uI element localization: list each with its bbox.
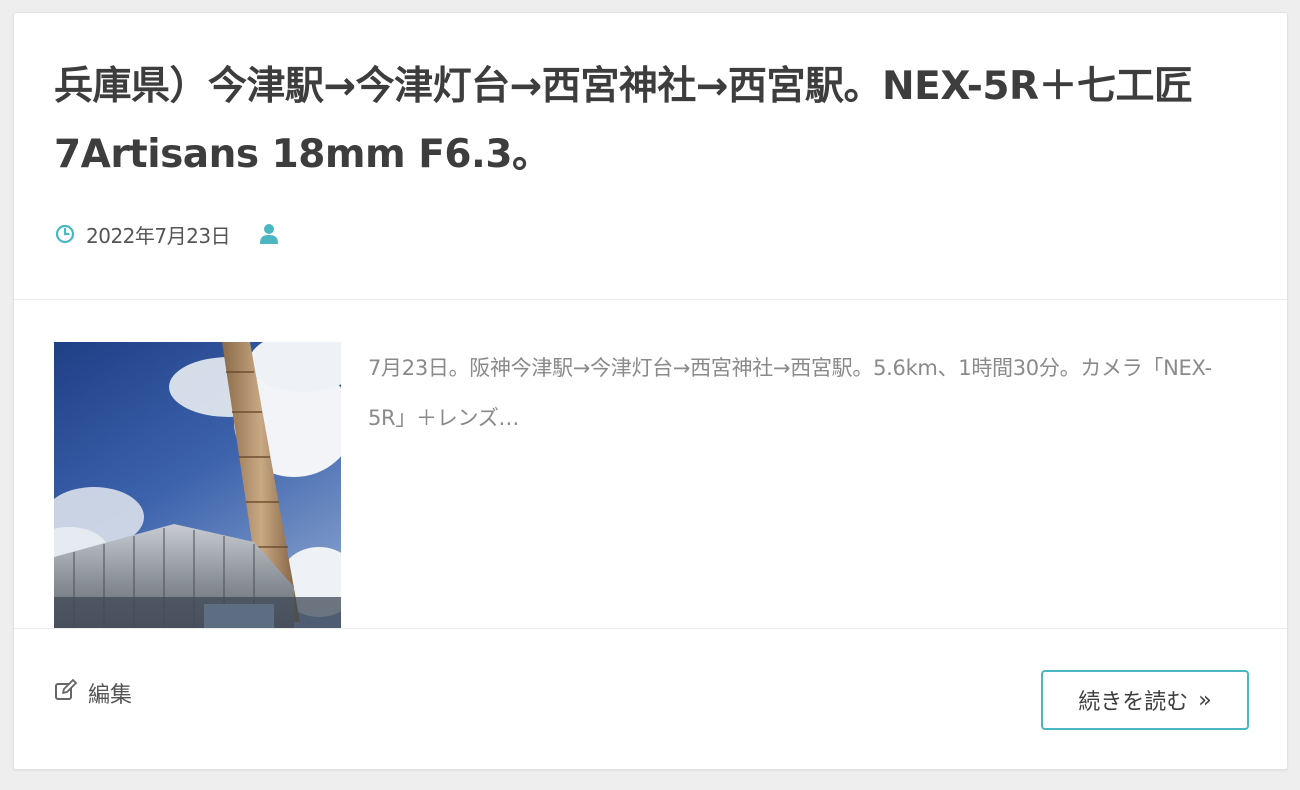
double-chevron-right-icon: » [1198,687,1212,713]
clock-icon [54,223,76,245]
read-more-button[interactable]: 続きを読む » [1041,670,1249,730]
edit-icon [54,679,78,707]
edit-label: 編集 [88,683,133,708]
post-card: 兵庫県）今津駅→今津灯台→西宮神社→西宮駅。NEX-5R＋七工匠 7Artisa… [13,12,1288,770]
read-more-label: 続きを読む [1078,690,1189,715]
edit-link[interactable]: 編集 [54,677,132,709]
user-icon[interactable] [258,223,280,245]
post-date[interactable]: 2022年7月23日 [86,220,231,249]
post-thumbnail[interactable] [54,342,341,629]
post-title[interactable]: 兵庫県）今津駅→今津灯台→西宮神社→西宮駅。NEX-5R＋七工匠 7Artisa… [54,53,1254,189]
post-excerpt: 7月23日。阪神今津駅→今津灯台→西宮神社→西宮駅。5.6km、1時間30分。カ… [368,356,1212,430]
footer-divider [14,628,1287,629]
header-divider [14,299,1287,300]
post-meta: 2022年7月23日 [54,219,280,249]
